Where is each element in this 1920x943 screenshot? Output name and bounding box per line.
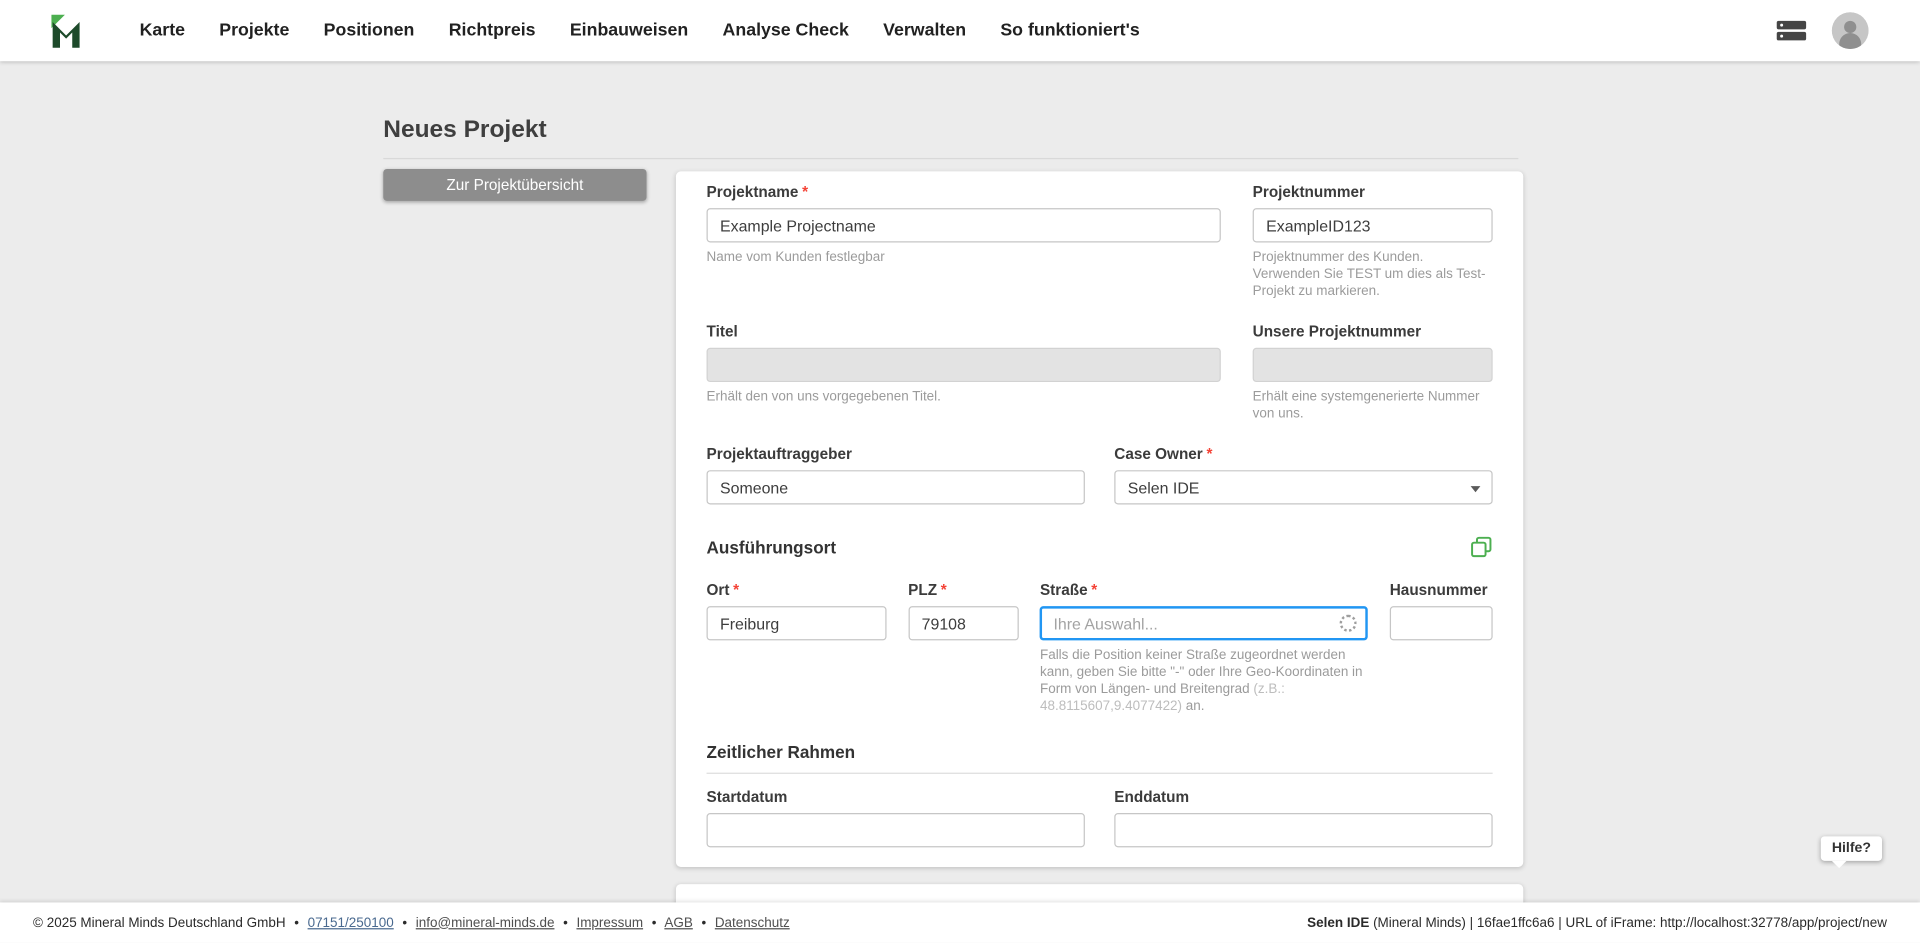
page-footer: © 2025 Mineral Minds Deutschland GmbH • … bbox=[0, 902, 1920, 942]
row-auftraggeber-caseowner: Projektauftraggeber Case Owner* Selen ID… bbox=[707, 446, 1493, 505]
required-asterisk: * bbox=[733, 582, 739, 599]
zeitlicher-rahmen-title: Zeitlicher Rahmen bbox=[707, 742, 1493, 763]
help-button[interactable]: Hilfe? bbox=[1821, 836, 1882, 860]
section-zeitlicher-rahmen: Zeitlicher Rahmen bbox=[707, 742, 1493, 774]
chevron-down-icon bbox=[1471, 486, 1481, 492]
hausnummer-input[interactable] bbox=[1390, 606, 1493, 640]
footer-left: © 2025 Mineral Minds Deutschland GmbH • … bbox=[33, 915, 790, 930]
ausfuehrungsort-title: Ausführungsort bbox=[707, 537, 837, 558]
field-projektnummer: Projektnummer Projektnummer des Kunden. … bbox=[1253, 184, 1493, 300]
strasse-input-wrap bbox=[1040, 606, 1368, 640]
projektauftraggeber-input[interactable] bbox=[707, 470, 1085, 504]
footer-email-link[interactable]: info@mineral-minds.de bbox=[416, 915, 555, 930]
field-projektauftraggeber: Projektauftraggeber bbox=[707, 446, 1085, 505]
ort-input[interactable] bbox=[707, 606, 887, 640]
field-titel: Titel Erhält den von uns vorgegebenen Ti… bbox=[707, 323, 1221, 422]
projektname-input[interactable] bbox=[707, 208, 1221, 242]
titel-label: Titel bbox=[707, 323, 1221, 341]
nav-item-verwalten[interactable]: Verwalten bbox=[883, 21, 966, 41]
unsere-projektnummer-helper: Erhält eine systemgenerierte Nummer von … bbox=[1253, 388, 1493, 422]
row-dates: Startdatum Enddatum bbox=[707, 789, 1493, 848]
field-plz: PLZ* bbox=[908, 582, 1018, 715]
nav-item-einbauweisen[interactable]: Einbauweisen bbox=[570, 21, 688, 41]
startdatum-input[interactable] bbox=[707, 813, 1085, 847]
enddatum-input[interactable] bbox=[1114, 813, 1492, 847]
field-enddatum: Enddatum bbox=[1114, 789, 1492, 848]
user-avatar[interactable] bbox=[1832, 12, 1869, 49]
top-navigation: Karte Projekte Positionen Richtpreis Ein… bbox=[0, 0, 1920, 61]
footer-session-detail: (Mineral Minds) | 16fae1ffc6a6 | URL of … bbox=[1369, 915, 1887, 930]
startdatum-label: Startdatum bbox=[707, 789, 1085, 807]
footer-impressum-link[interactable]: Impressum bbox=[576, 915, 643, 930]
row-titel-unsere-projektnummer: Titel Erhält den von uns vorgegebenen Ti… bbox=[707, 323, 1493, 422]
ort-label: Ort* bbox=[707, 582, 887, 600]
section-divider bbox=[707, 773, 1493, 774]
field-hausnummer: Hausnummer bbox=[1390, 582, 1493, 715]
required-asterisk: * bbox=[802, 184, 808, 201]
unsere-projektnummer-label: Unsere Projektnummer bbox=[1253, 323, 1493, 341]
main-menu: Karte Projekte Positionen Richtpreis Ein… bbox=[140, 21, 1140, 41]
field-startdatum: Startdatum bbox=[707, 789, 1085, 848]
projektnummer-helper: Projektnummer des Kunden. Verwenden Sie … bbox=[1253, 249, 1493, 300]
field-case-owner: Case Owner* Selen IDE bbox=[1114, 446, 1492, 505]
footer-agb-link[interactable]: AGB bbox=[664, 915, 692, 930]
footer-datenschutz-link[interactable]: Datenschutz bbox=[715, 915, 790, 930]
projektname-label: Projektname* bbox=[707, 184, 1221, 202]
plz-input[interactable] bbox=[908, 606, 1018, 640]
enddatum-label: Enddatum bbox=[1114, 789, 1492, 807]
nav-item-richtpreis[interactable]: Richtpreis bbox=[449, 21, 536, 41]
titel-input bbox=[707, 348, 1221, 382]
nav-item-projekte[interactable]: Projekte bbox=[219, 21, 289, 41]
case-owner-value: Selen IDE bbox=[1128, 478, 1200, 496]
hausnummer-label: Hausnummer bbox=[1390, 582, 1493, 600]
required-asterisk: * bbox=[941, 582, 947, 599]
new-project-form-card: Projektname* Name vom Kunden festlegbar … bbox=[676, 171, 1523, 867]
footer-session-info: Selen IDE (Mineral Minds) | 16fae1ffc6a6… bbox=[1285, 901, 1887, 943]
nav-item-analyse-check[interactable]: Analyse Check bbox=[723, 21, 849, 41]
projektauftraggeber-label: Projektauftraggeber bbox=[707, 446, 1085, 464]
nav-right-tools bbox=[1776, 12, 1869, 49]
titel-helper: Erhält den von uns vorgegebenen Titel. bbox=[707, 388, 1221, 405]
projektnummer-label: Projektnummer bbox=[1253, 184, 1493, 202]
strasse-label: Straße* bbox=[1040, 582, 1368, 600]
row-projektname-projektnummer: Projektname* Name vom Kunden festlegbar … bbox=[707, 184, 1493, 300]
field-unsere-projektnummer: Unsere Projektnummer Erhält eine systemg… bbox=[1253, 323, 1493, 422]
projektnummer-input[interactable] bbox=[1253, 208, 1493, 242]
copy-icon[interactable] bbox=[1471, 536, 1493, 558]
plz-label: PLZ* bbox=[908, 582, 1018, 600]
project-overview-button[interactable]: Zur Projektübersicht bbox=[383, 169, 646, 201]
page-title: Neues Projekt bbox=[383, 116, 1518, 144]
footer-phone-link[interactable]: 07151/250100 bbox=[308, 915, 394, 930]
copyright-text: © 2025 Mineral Minds Deutschland GmbH bbox=[33, 915, 285, 930]
strasse-input[interactable] bbox=[1040, 606, 1368, 640]
unsere-projektnummer-input bbox=[1253, 348, 1493, 382]
section-ausfuehrungsort: Ausführungsort bbox=[707, 536, 1493, 558]
field-ort: Ort* bbox=[707, 582, 887, 715]
nav-item-karte[interactable]: Karte bbox=[140, 21, 185, 41]
required-asterisk: * bbox=[1206, 446, 1212, 463]
field-strasse: Straße* Falls die Position keiner Straße… bbox=[1040, 582, 1368, 715]
row-address: Ort* PLZ* Straße* Falls die Po bbox=[707, 582, 1493, 715]
nav-item-positionen[interactable]: Positionen bbox=[324, 21, 415, 41]
footer-user-name: Selen IDE bbox=[1307, 915, 1369, 930]
nav-item-so-funktionierts[interactable]: So funktioniert's bbox=[1000, 21, 1139, 41]
projektname-helper: Name vom Kunden festlegbar bbox=[707, 249, 1221, 266]
strasse-helper: Falls die Position keiner Straße zugeord… bbox=[1040, 647, 1368, 716]
mineral-minds-logo-icon[interactable] bbox=[47, 12, 86, 49]
case-owner-select[interactable]: Selen IDE bbox=[1114, 470, 1492, 504]
app-root: Karte Projekte Positionen Richtpreis Ein… bbox=[0, 0, 1920, 943]
field-projektname: Projektname* Name vom Kunden festlegbar bbox=[707, 184, 1221, 300]
case-owner-label: Case Owner* bbox=[1114, 446, 1492, 464]
required-asterisk: * bbox=[1091, 582, 1097, 599]
server-icon[interactable] bbox=[1776, 18, 1808, 42]
page-title-wrap: Neues Projekt bbox=[383, 116, 1518, 159]
